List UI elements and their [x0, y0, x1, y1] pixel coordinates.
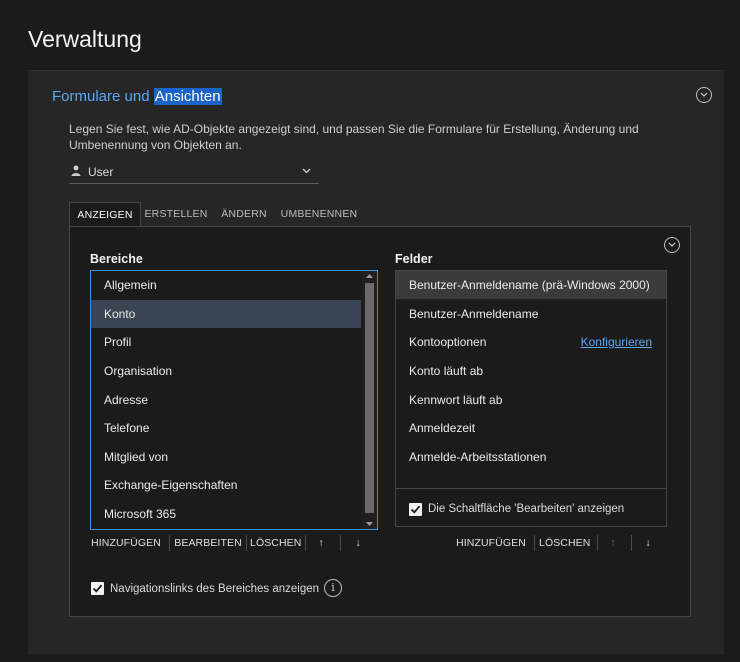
- areas-move-up-button[interactable]: ↑: [311, 532, 331, 554]
- areas-list[interactable]: Allgemein Konto Profil Organisation Adre…: [90, 270, 378, 530]
- list-item[interactable]: Allgemein: [91, 271, 361, 299]
- fields-label: Felder: [395, 252, 433, 266]
- list-item[interactable]: Microsoft 365: [91, 500, 361, 528]
- field-label: Anmelde-Arbeitsstationen: [409, 450, 547, 464]
- fields-delete-button[interactable]: LÖSCHEN: [539, 532, 590, 554]
- separator: [631, 535, 632, 551]
- field-row[interactable]: Konto läuft ab: [396, 357, 666, 385]
- separator: [534, 535, 535, 551]
- configure-link[interactable]: Konfigurieren: [581, 328, 652, 356]
- field-label: Kennwort läuft ab: [409, 393, 503, 407]
- list-item[interactable]: Adresse: [91, 386, 361, 414]
- fields-move-down-button[interactable]: ↓: [638, 532, 658, 554]
- separator: [305, 535, 306, 551]
- field-row[interactable]: Anmeldezeit: [396, 414, 666, 442]
- fields-list[interactable]: Benutzer-Anmeldename (prä-Windows 2000) …: [395, 270, 667, 527]
- list-item[interactable]: Exchange-Eigenschaften: [91, 471, 361, 499]
- card-title: Formulare und Ansichten: [52, 88, 222, 105]
- field-row[interactable]: Anmelde-Arbeitsstationen: [396, 443, 666, 471]
- info-icon[interactable]: i: [324, 579, 342, 597]
- object-type-select[interactable]: User: [69, 160, 319, 184]
- field-row[interactable]: Kontooptionen Konfigurieren: [396, 328, 666, 356]
- field-label: Benutzer-Anmeldename: [409, 307, 539, 321]
- scroll-down-icon[interactable]: [366, 522, 373, 526]
- list-item[interactable]: Profil: [91, 328, 361, 356]
- tab-panel-anzeigen: Bereiche Felder Allgemein Konto Profil O…: [69, 226, 691, 617]
- field-row[interactable]: Kennwort läuft ab: [396, 386, 666, 414]
- tab-erstellen[interactable]: ERSTELLEN: [143, 202, 209, 227]
- field-label: Anmeldezeit: [409, 421, 476, 435]
- fields-divider: [396, 488, 666, 489]
- nav-links-label: Navigationslinks des Bereiches anzeigen: [110, 583, 320, 595]
- field-label: Benutzer-Anmeldename (prä-Windows 2000): [409, 278, 650, 292]
- object-type-value: User: [88, 165, 114, 179]
- forms-and-views-card: Formulare und Ansichten Legen Sie fest, …: [28, 70, 724, 654]
- separator: [340, 535, 341, 551]
- separator: [597, 535, 598, 551]
- field-label: Konto läuft ab: [409, 364, 484, 378]
- areas-move-down-button[interactable]: ↓: [348, 532, 368, 554]
- list-item[interactable]: Mitglied von: [91, 443, 361, 471]
- checkmark-icon: [410, 505, 421, 514]
- field-row[interactable]: Benutzer-Anmeldename: [396, 300, 666, 328]
- areas-add-button[interactable]: HINZUFÜGEN: [90, 532, 162, 554]
- scroll-thumb[interactable]: [365, 283, 374, 513]
- tab-umbenennen[interactable]: UMBENENNEN: [277, 202, 361, 227]
- field-label: Kontooptionen: [409, 335, 487, 349]
- list-item[interactable]: Organisation: [91, 357, 361, 385]
- areas-label: Bereiche: [90, 252, 143, 266]
- areas-edit-button[interactable]: BEARBEITEN: [174, 532, 242, 554]
- show-edit-button-label: Die Schaltfläche 'Bearbeiten' anzeigen: [428, 503, 625, 515]
- list-item[interactable]: Telefone: [91, 414, 361, 442]
- page-title: Verwaltung: [28, 26, 142, 52]
- collapse-icon[interactable]: [696, 87, 712, 103]
- card-title-highlight: Ansichten: [153, 88, 222, 105]
- list-item[interactable]: Konto: [91, 300, 361, 328]
- tab-anzeigen[interactable]: ANZEIGEN: [69, 202, 141, 227]
- separator: [169, 535, 170, 551]
- user-icon: [71, 165, 81, 176]
- nav-links-checkbox[interactable]: [91, 582, 104, 595]
- checkmark-icon: [92, 584, 103, 593]
- separator: [246, 535, 247, 551]
- chevron-down-icon: [302, 168, 311, 174]
- fields-move-up-button[interactable]: ↑: [603, 532, 623, 554]
- card-description: Legen Sie fest, wie AD-Objekte angezeigt…: [69, 122, 639, 152]
- tab-aendern[interactable]: ÄNDERN: [215, 202, 273, 227]
- scroll-up-icon[interactable]: [366, 274, 373, 278]
- areas-delete-button[interactable]: LÖSCHEN: [250, 532, 301, 554]
- show-edit-button-checkbox[interactable]: [409, 503, 422, 516]
- field-row[interactable]: Benutzer-Anmeldename (prä-Windows 2000): [396, 271, 666, 299]
- card-title-text: Formulare und: [52, 88, 154, 105]
- fields-add-button[interactable]: HINZUFÜGEN: [455, 532, 527, 554]
- areas-scrollbar[interactable]: [362, 271, 377, 529]
- collapse-icon[interactable]: [664, 237, 680, 253]
